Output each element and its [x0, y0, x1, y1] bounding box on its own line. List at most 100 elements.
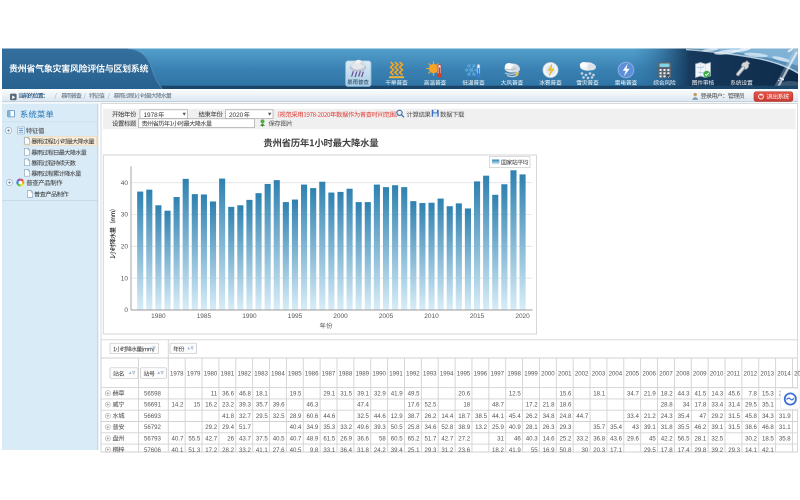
svg-text:33.4: 33.4 [711, 402, 723, 409]
svg-text:1990: 1990 [242, 313, 257, 320]
svg-text:2020: 2020 [515, 313, 530, 320]
svg-text:36.8: 36.8 [593, 436, 605, 443]
svg-text:19.5: 19.5 [290, 390, 302, 397]
svg-text:40.7: 40.7 [171, 436, 183, 443]
svg-text:2005: 2005 [379, 313, 394, 320]
svg-text:1992: 1992 [406, 371, 420, 378]
svg-text:39.1: 39.1 [644, 424, 656, 431]
svg-text:56598: 56598 [144, 390, 162, 397]
svg-text:2001: 2001 [558, 371, 572, 378]
svg-text:24.2: 24.2 [374, 447, 386, 454]
svg-text:35.4: 35.4 [678, 413, 690, 420]
svg-text:42.2: 42.2 [661, 436, 673, 443]
svg-text:45: 45 [649, 436, 656, 443]
svg-text:48.7: 48.7 [492, 402, 504, 409]
svg-text:55: 55 [531, 447, 538, 454]
svg-text:29.2: 29.2 [205, 424, 217, 431]
svg-text:46.8: 46.8 [762, 424, 774, 431]
svg-text:26.2: 26.2 [526, 413, 538, 420]
svg-text:35.4: 35.4 [610, 424, 622, 431]
svg-text:17.4: 17.4 [678, 447, 690, 454]
svg-text:36.4: 36.4 [340, 447, 352, 454]
svg-text:18.2: 18.2 [492, 447, 504, 454]
svg-text:44.1: 44.1 [492, 413, 504, 420]
svg-text:49.6: 49.6 [357, 424, 369, 431]
svg-text:44.6: 44.6 [374, 413, 386, 420]
svg-text:29.6: 29.6 [627, 436, 639, 443]
svg-text:21.9: 21.9 [644, 390, 656, 397]
svg-text:16.2: 16.2 [205, 402, 217, 409]
svg-text:56793: 56793 [144, 436, 162, 443]
svg-text:16.9: 16.9 [543, 447, 555, 454]
svg-text:1994: 1994 [440, 371, 454, 378]
svg-text:26: 26 [227, 436, 234, 443]
svg-text:41.1: 41.1 [256, 447, 268, 454]
svg-text:33.4: 33.4 [627, 413, 639, 420]
svg-text:51.7: 51.7 [239, 424, 251, 431]
svg-text:2011: 2011 [727, 371, 741, 378]
svg-text:40: 40 [121, 180, 129, 187]
svg-text:46: 46 [514, 436, 521, 443]
svg-text:32.5: 32.5 [711, 436, 723, 443]
svg-text:50.5: 50.5 [391, 424, 403, 431]
svg-text:23.6: 23.6 [458, 447, 470, 454]
svg-text:32.9: 32.9 [374, 390, 386, 397]
svg-text:40.9: 40.9 [509, 424, 521, 431]
svg-text:17.2: 17.2 [526, 402, 538, 409]
svg-text:55.5: 55.5 [188, 436, 200, 443]
svg-text:1991: 1991 [389, 371, 403, 378]
svg-text:25.9: 25.9 [492, 424, 504, 431]
svg-text:25.1: 25.1 [408, 447, 420, 454]
svg-text:39.6: 39.6 [273, 402, 285, 409]
svg-text:14.3: 14.3 [711, 390, 723, 397]
svg-text:36.6: 36.6 [357, 436, 369, 443]
svg-text:37.5: 37.5 [256, 436, 268, 443]
svg-text:1978: 1978 [144, 112, 159, 119]
svg-text:24.3: 24.3 [661, 413, 673, 420]
svg-text:2002: 2002 [575, 371, 589, 378]
svg-text:1990: 1990 [372, 371, 386, 378]
svg-text:47: 47 [700, 413, 707, 420]
svg-text:1993: 1993 [423, 371, 437, 378]
svg-text:31.5: 31.5 [340, 390, 352, 397]
svg-text:1997: 1997 [490, 371, 504, 378]
svg-text:39.2: 39.2 [711, 447, 723, 454]
svg-text:29.1: 29.1 [323, 390, 335, 397]
svg-text:2000: 2000 [541, 371, 555, 378]
svg-text:58: 58 [379, 436, 386, 443]
svg-text:47.4: 47.4 [357, 402, 369, 409]
svg-text:17.2: 17.2 [205, 447, 217, 454]
svg-text:2003: 2003 [592, 371, 606, 378]
svg-text:26.2: 26.2 [425, 413, 437, 420]
svg-text:51.7: 51.7 [425, 436, 437, 443]
svg-text:39.3: 39.3 [374, 424, 386, 431]
svg-text:45.8: 45.8 [745, 413, 757, 420]
svg-text:60.6: 60.6 [306, 413, 318, 420]
svg-text:14.4: 14.4 [441, 413, 453, 420]
svg-text:34.3: 34.3 [762, 413, 774, 420]
svg-text:2013: 2013 [760, 371, 774, 378]
svg-text:12.9: 12.9 [391, 413, 403, 420]
svg-text:42.7: 42.7 [205, 436, 217, 443]
svg-text:39.4: 39.4 [391, 447, 403, 454]
svg-text:20: 20 [121, 244, 129, 251]
svg-text:20.6: 20.6 [458, 390, 470, 397]
svg-text:18.6: 18.6 [560, 402, 572, 409]
svg-text:1998: 1998 [507, 371, 521, 378]
svg-text:26.3: 26.3 [543, 424, 555, 431]
svg-text:43.6: 43.6 [610, 436, 622, 443]
svg-text:29.5: 29.5 [745, 402, 757, 409]
svg-text:46.3: 46.3 [306, 402, 318, 409]
svg-text:56.5: 56.5 [678, 436, 690, 443]
svg-text:9.8: 9.8 [310, 447, 319, 454]
svg-text:2009: 2009 [693, 371, 707, 378]
svg-text:41.9: 41.9 [391, 390, 403, 397]
svg-text:35.1: 35.1 [762, 402, 774, 409]
svg-text:31.9: 31.9 [779, 413, 791, 420]
svg-text:1988: 1988 [339, 371, 353, 378]
svg-text:41.9: 41.9 [509, 447, 521, 454]
svg-text:11: 11 [211, 390, 218, 397]
svg-text:17.8: 17.8 [694, 402, 706, 409]
svg-text:32.5: 32.5 [273, 413, 285, 420]
svg-text:25.2: 25.2 [560, 436, 572, 443]
